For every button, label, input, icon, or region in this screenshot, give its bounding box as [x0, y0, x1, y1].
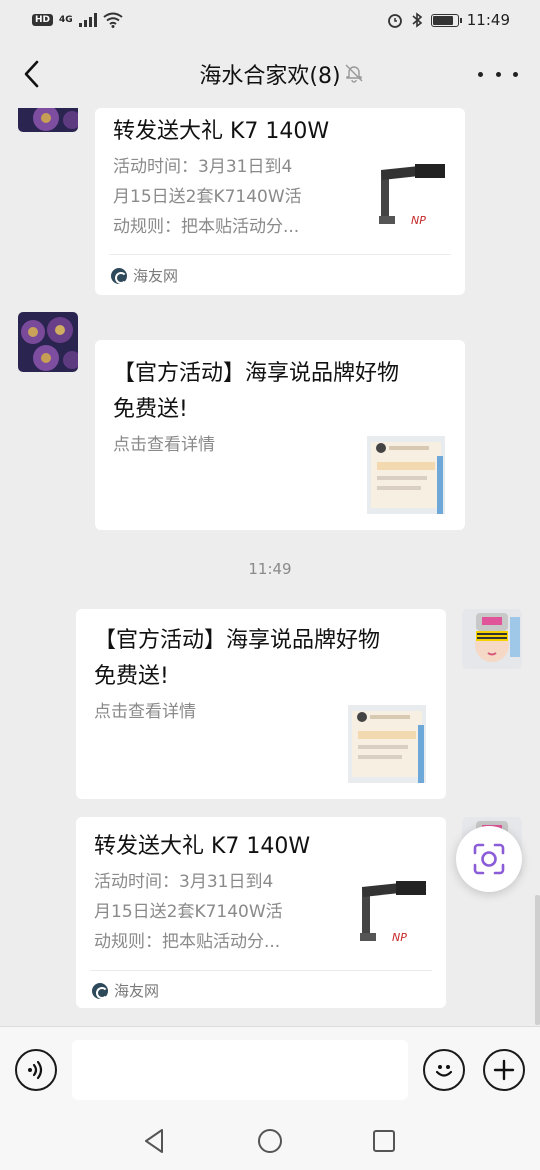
card-title-line: 免费送!: [94, 664, 169, 689]
source-logo-icon: [92, 982, 108, 999]
card-desc-line: 动规则：把本贴活动分...: [113, 217, 300, 237]
source-name: 海友网: [114, 982, 160, 1000]
chat-header: 海水合家欢(8): [0, 40, 540, 108]
message-list[interactable]: 转发送大礼 K7 140W 活动时间：3月31日到4 月15日送2套K7140W…: [0, 108, 540, 1026]
lamp-thumbnail: NP: [356, 877, 434, 955]
status-time: 11:49: [466, 11, 510, 29]
signal-icon: [78, 13, 97, 27]
emoji-icon: [435, 1065, 453, 1077]
timestamp: 11:49: [248, 560, 292, 578]
chat-title: 海水合家欢(8): [199, 64, 341, 89]
system-recents-button[interactable]: [369, 1126, 399, 1156]
card-title-line: 【官方活动】海享说品牌好物: [94, 628, 381, 653]
bluetooth-icon: [412, 12, 423, 28]
scan-float-button[interactable]: [456, 826, 522, 892]
plus-button[interactable]: [483, 1049, 525, 1091]
card-source: 海友网: [92, 980, 159, 1001]
avatar-coral[interactable]: [18, 108, 78, 132]
card-desc-line: 动规则：把本贴活动分...: [94, 932, 281, 952]
link-card[interactable]: 转发送大礼 K7 140W 活动时间：3月31日到4 月15日送2套K7140W…: [95, 108, 465, 295]
network-type: 4G: [59, 15, 73, 25]
card-source: 海友网: [111, 265, 178, 286]
scrollbar[interactable]: [535, 895, 540, 1025]
card-desc: 点击查看详情: [113, 435, 215, 455]
card-title-line: 【官方活动】海享说品牌好物: [113, 361, 400, 386]
circle-home-icon: [258, 1129, 282, 1153]
input-bar: [0, 1026, 540, 1112]
article-thumbnail: [367, 436, 445, 514]
avatar-coral[interactable]: [18, 312, 78, 372]
voice-icon: [28, 1060, 43, 1080]
battery-icon: [430, 13, 462, 27]
source-name: 海友网: [133, 267, 179, 285]
plus-icon: [493, 1059, 515, 1081]
alarm-icon: [387, 14, 402, 28]
system-nav-bar: [0, 1112, 540, 1170]
triangle-back-icon: [145, 1129, 163, 1153]
article-thumbnail: [348, 705, 426, 783]
more-button[interactable]: [478, 62, 518, 86]
hd-badge: HD: [32, 14, 54, 26]
card-desc-line: 月15日送2套K7140W活: [94, 902, 283, 922]
system-back-button[interactable]: [139, 1126, 169, 1156]
scan-lens-icon: [473, 843, 505, 875]
svg-text:NP: NP: [392, 931, 407, 944]
card-title-line: 免费送!: [113, 397, 188, 422]
link-card[interactable]: 转发送大礼 K7 140W 活动时间：3月31日到4 月15日送2套K7140W…: [76, 817, 446, 1008]
message-input[interactable]: [72, 1040, 408, 1100]
wifi-icon: [103, 12, 123, 28]
source-logo-icon: [111, 267, 127, 284]
card-desc: 点击查看详情: [94, 702, 196, 722]
status-right: 11:49: [387, 11, 510, 29]
avatar-self[interactable]: [462, 609, 522, 669]
link-card[interactable]: 【官方活动】海享说品牌好物 免费送! 点击查看详情: [95, 340, 465, 530]
voice-button[interactable]: [15, 1049, 57, 1091]
bell-muted-icon: [345, 64, 363, 83]
card-title: 转发送大礼 K7 140W: [113, 119, 330, 144]
link-card[interactable]: 【官方活动】海享说品牌好物 免费送! 点击查看详情: [76, 609, 446, 799]
card-desc-line: 活动时间：3月31日到4: [94, 872, 274, 892]
square-recents-icon: [373, 1130, 395, 1152]
status-left: HD 4G: [32, 12, 123, 28]
svg-text:NP: NP: [411, 214, 426, 227]
card-divider: [90, 970, 432, 971]
card-desc-line: 月15日送2套K7140W活: [113, 187, 302, 207]
lamp-thumbnail: NP: [375, 160, 453, 238]
card-desc-line: 活动时间：3月31日到4: [113, 157, 293, 177]
card-title: 转发送大礼 K7 140W: [94, 834, 311, 859]
emoji-button[interactable]: [423, 1049, 465, 1091]
card-divider: [109, 254, 451, 255]
system-home-button[interactable]: [255, 1126, 285, 1156]
status-bar: HD 4G 11:49: [0, 0, 540, 40]
